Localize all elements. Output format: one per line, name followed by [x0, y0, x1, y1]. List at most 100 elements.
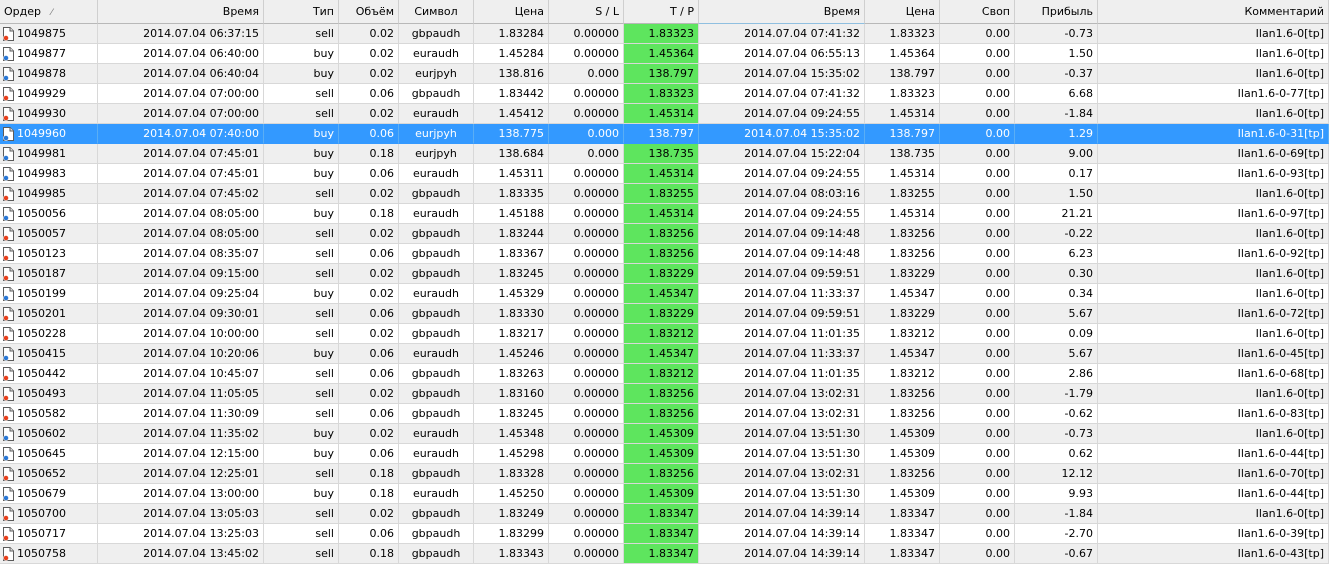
- column-header-close-time[interactable]: Время: [699, 0, 865, 24]
- cell-open-price: 1.45250: [474, 484, 549, 504]
- cell-close-time: 2014.07.04 09:24:55: [699, 204, 865, 224]
- cell-tp: 1.45309: [624, 444, 699, 464]
- table-row[interactable]: 1050056 2014.07.04 08:05:00 buy 0.18 euraudh…: [0, 204, 1329, 224]
- cell-type: buy: [264, 204, 339, 224]
- table-row[interactable]: 1050582 2014.07.04 11:30:09 sell 0.06 gbpaud…: [0, 404, 1329, 424]
- cell-profit: 0.34: [1015, 284, 1098, 304]
- column-header-type[interactable]: Тип: [264, 0, 339, 24]
- table-row[interactable]: 1050442 2014.07.04 10:45:07 sell 0.06 gbpaud…: [0, 364, 1329, 384]
- column-header-label: Тип: [312, 5, 334, 18]
- cell-volume: 0.02: [339, 504, 399, 524]
- cell-swap: 0.00: [940, 344, 1015, 364]
- table-row[interactable]: 1050652 2014.07.04 12:25:01 sell 0.18 gbpaud…: [0, 464, 1329, 484]
- table-row[interactable]: 1049875 2014.07.04 06:37:15 sell 0.02 gbpaud…: [0, 24, 1329, 44]
- cell-symbol: gbpaudh: [399, 24, 474, 44]
- sell-order-icon: [3, 386, 14, 401]
- cell-type: buy: [264, 164, 339, 184]
- cell-type: buy: [264, 144, 339, 164]
- table-row[interactable]: 1049877 2014.07.04 06:40:00 buy 0.02 euraudh…: [0, 44, 1329, 64]
- cell-open-price: 1.45246: [474, 344, 549, 364]
- cell-type: sell: [264, 244, 339, 264]
- table-row[interactable]: 1050057 2014.07.04 08:05:00 sell 0.02 gbpaud…: [0, 224, 1329, 244]
- table-row[interactable]: 1050758 2014.07.04 13:45:02 sell 0.18 gbpaud…: [0, 544, 1329, 564]
- cell-tp: 138.797: [624, 64, 699, 84]
- table-row[interactable]: 1050717 2014.07.04 13:25:03 sell 0.06 gbpaud…: [0, 524, 1329, 544]
- order-number: 1050652: [17, 467, 66, 480]
- cell-close-time: 2014.07.04 13:51:30: [699, 424, 865, 444]
- column-header-swap[interactable]: Своп: [940, 0, 1015, 24]
- cell-close-time: 2014.07.04 11:33:37: [699, 284, 865, 304]
- cell-symbol: euraudh: [399, 484, 474, 504]
- cell-comment: Ilan1.6-0[tp]: [1098, 24, 1329, 44]
- column-header-sl[interactable]: S / L: [549, 0, 624, 24]
- cell-order: 1049985: [0, 184, 98, 204]
- cell-order: 1050056: [0, 204, 98, 224]
- table-row[interactable]: 1049981 2014.07.04 07:45:01 buy 0.18 eurjpyh…: [0, 144, 1329, 164]
- table-row[interactable]: 1049930 2014.07.04 07:00:00 sell 0.02 euraud…: [0, 104, 1329, 124]
- cell-open-price: 1.83367: [474, 244, 549, 264]
- cell-profit: 1.50: [1015, 44, 1098, 64]
- cell-comment: Ilan1.6-0-39[tp]: [1098, 524, 1329, 544]
- cell-swap: 0.00: [940, 104, 1015, 124]
- cell-open-price: 1.45311: [474, 164, 549, 184]
- column-header-open-price[interactable]: Цена: [474, 0, 549, 24]
- cell-open-price: 1.83244: [474, 224, 549, 244]
- sell-order-icon: [3, 246, 14, 261]
- buy-order-icon: [3, 426, 14, 441]
- cell-sl: 0.000: [549, 124, 624, 144]
- table-row[interactable]: 1049929 2014.07.04 07:00:00 sell 0.06 gbpaud…: [0, 84, 1329, 104]
- table-row[interactable]: 1050201 2014.07.04 09:30:01 sell 0.06 gbpaud…: [0, 304, 1329, 324]
- cell-close-price: 1.83256: [865, 404, 940, 424]
- cell-open-price: 1.83335: [474, 184, 549, 204]
- column-header-open-time[interactable]: Время: [98, 0, 264, 24]
- cell-sl: 0.000: [549, 64, 624, 84]
- cell-swap: 0.00: [940, 64, 1015, 84]
- cell-open-time: 2014.07.04 10:20:06: [98, 344, 264, 364]
- table-row[interactable]: 1050645 2014.07.04 12:15:00 buy 0.06 euraudh…: [0, 444, 1329, 464]
- table-row[interactable]: 1050602 2014.07.04 11:35:02 buy 0.02 euraudh…: [0, 424, 1329, 444]
- cell-swap: 0.00: [940, 204, 1015, 224]
- cell-type: sell: [264, 24, 339, 44]
- order-number: 1050415: [17, 347, 66, 360]
- table-row[interactable]: 1050679 2014.07.04 13:00:00 buy 0.18 euraudh…: [0, 484, 1329, 504]
- cell-tp: 1.45309: [624, 484, 699, 504]
- column-header-profit[interactable]: Прибыль: [1015, 0, 1098, 24]
- table-row[interactable]: 1049983 2014.07.04 07:45:01 buy 0.06 euraudh…: [0, 164, 1329, 184]
- cell-swap: 0.00: [940, 324, 1015, 344]
- table-row[interactable]: 1050123 2014.07.04 08:35:07 sell 0.06 gbpaud…: [0, 244, 1329, 264]
- cell-swap: 0.00: [940, 224, 1015, 244]
- table-row[interactable]: 1050493 2014.07.04 11:05:05 sell 0.02 gbpaud…: [0, 384, 1329, 404]
- cell-swap: 0.00: [940, 304, 1015, 324]
- cell-close-price: 1.83256: [865, 224, 940, 244]
- cell-symbol: gbpaudh: [399, 464, 474, 484]
- column-header-symbol[interactable]: Символ: [399, 0, 474, 24]
- column-header-volume[interactable]: Объём: [339, 0, 399, 24]
- column-header-close-price[interactable]: Цена: [865, 0, 940, 24]
- cell-profit: -0.67: [1015, 544, 1098, 564]
- cell-volume: 0.18: [339, 204, 399, 224]
- table-row[interactable]: 1050700 2014.07.04 13:05:03 sell 0.02 gbpaud…: [0, 504, 1329, 524]
- cell-sl: 0.00000: [549, 444, 624, 464]
- cell-type: sell: [264, 384, 339, 404]
- table-row[interactable]: 1049985 2014.07.04 07:45:02 sell 0.02 gbpaud…: [0, 184, 1329, 204]
- cell-order: 1050123: [0, 244, 98, 264]
- cell-close-price: 1.83212: [865, 364, 940, 384]
- column-header-tp[interactable]: T / P: [624, 0, 699, 24]
- cell-tp: 1.83347: [624, 524, 699, 544]
- table-row[interactable]: 1050415 2014.07.04 10:20:06 buy 0.06 euraudh…: [0, 344, 1329, 364]
- cell-order: 1049878: [0, 64, 98, 84]
- column-header-order[interactable]: Ордер ⁄: [0, 0, 98, 24]
- table-row[interactable]: 1049960 2014.07.04 07:40:00 buy 0.06 eurjpyh…: [0, 124, 1329, 144]
- table-row[interactable]: 1050228 2014.07.04 10:00:00 sell 0.02 gbpaud…: [0, 324, 1329, 344]
- table-row[interactable]: 1050199 2014.07.04 09:25:04 buy 0.02 euraudh…: [0, 284, 1329, 304]
- order-number: 1050645: [17, 447, 66, 460]
- column-header-comment[interactable]: Комментарий: [1098, 0, 1329, 24]
- order-number: 1050717: [17, 527, 66, 540]
- cell-comment: Ilan1.6-0-97[tp]: [1098, 204, 1329, 224]
- table-row[interactable]: 1049878 2014.07.04 06:40:04 buy 0.02 eurjpyh…: [0, 64, 1329, 84]
- cell-open-price: 1.83442: [474, 84, 549, 104]
- cell-swap: 0.00: [940, 184, 1015, 204]
- sort-indicator-icon: ⁄: [51, 8, 53, 18]
- table-row[interactable]: 1050187 2014.07.04 09:15:00 sell 0.02 gbpaud…: [0, 264, 1329, 284]
- column-header-label: S / L: [595, 5, 619, 18]
